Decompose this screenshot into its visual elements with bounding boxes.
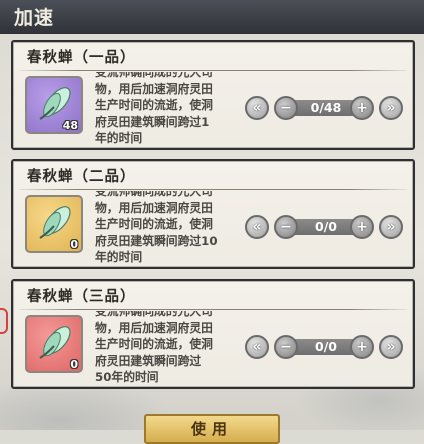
item-count: 0: [70, 238, 78, 251]
item-name: 春秋蝉（三品）: [27, 288, 136, 305]
desc-line: 生产时间的流逝，使洞: [95, 337, 213, 351]
double-chevron-left-icon[interactable]: «: [245, 96, 269, 120]
double-chevron-right-icon[interactable]: »: [379, 335, 403, 359]
quantity-controls: « − 0/48 + »: [245, 94, 407, 124]
plus-icon[interactable]: +: [350, 335, 374, 359]
desc-line: 变流师确同成的光大司: [95, 72, 213, 79]
divider: [19, 70, 407, 71]
item-description: 变流师确同成的光大司 物，用后加速洞府灵田 生产时间的流逝，使洞 府灵田建筑瞬间…: [95, 72, 245, 146]
item-icon-slot[interactable]: 48: [25, 76, 83, 134]
item-name: 春秋蝉（一品）: [27, 49, 136, 66]
desc-line: 生产时间的流逝，使洞: [95, 98, 213, 112]
divider: [19, 309, 407, 310]
item-count: 48: [62, 119, 78, 132]
plus-icon[interactable]: +: [350, 215, 374, 239]
item-description: 变流师确同成的光大司 物，用后加速洞府灵田 生产时间的流逝，使洞 府灵田建筑瞬间…: [95, 191, 245, 265]
desc-line: 府灵田建筑瞬间跨过10: [95, 233, 218, 248]
page-title: 加速: [14, 7, 55, 29]
desc-line: 府灵田建筑瞬间跨过1: [95, 114, 210, 129]
item-icon-slot[interactable]: 0: [25, 195, 83, 253]
item-card-3: 春秋蝉（三品） 0 变流师确同成的光大司 物，用后加速洞府灵田 生产时间的流逝，…: [11, 279, 415, 389]
quantity-controls: « − 0/0 + »: [245, 213, 407, 243]
desc-line: 年的时间: [95, 131, 143, 145]
plus-icon[interactable]: +: [350, 96, 374, 120]
desc-line: 物，用后加速洞府灵田: [95, 200, 213, 215]
quantity-controls: « − 0/0 + »: [245, 333, 407, 363]
desc-line: 物，用后加速洞府灵田: [95, 320, 213, 335]
desc-line: 变流师确同成的光大司: [95, 311, 213, 318]
desc-line: 50年的时间: [95, 370, 159, 384]
desc-line: 年的时间: [95, 250, 143, 264]
double-chevron-right-icon[interactable]: »: [379, 96, 403, 120]
divider: [19, 189, 407, 190]
use-button[interactable]: 使用: [144, 414, 280, 444]
item-icon-slot[interactable]: 0: [25, 315, 83, 373]
item-description: 变流师确同成的光大司 物，用后加速洞府灵田 生产时间的流逝，使洞 府灵田建筑瞬间…: [95, 311, 245, 385]
side-tab-marker[interactable]: [0, 308, 8, 334]
item-card-1: 春秋蝉（一品） 48 变流师确同成的光大司 物，用后加速洞府灵田 生产时间的流逝…: [11, 40, 415, 150]
item-count: 0: [70, 358, 78, 371]
item-card-2: 春秋蝉（二品） 0 变流师确同成的光大司 物，用后加速洞府灵田 生产时间的流逝，…: [11, 159, 415, 269]
double-chevron-right-icon[interactable]: »: [379, 215, 403, 239]
desc-line: 生产时间的流逝，使洞: [95, 217, 213, 231]
item-name: 春秋蝉（二品）: [27, 168, 136, 185]
double-chevron-left-icon[interactable]: «: [245, 215, 269, 239]
double-chevron-left-icon[interactable]: «: [245, 335, 269, 359]
desc-line: 物，用后加速洞府灵田: [95, 81, 213, 96]
desc-line: 变流师确同成的光大司: [95, 191, 213, 198]
header-bar: 加速: [0, 0, 424, 34]
desc-line: 府灵田建筑瞬间跨过: [95, 353, 202, 368]
